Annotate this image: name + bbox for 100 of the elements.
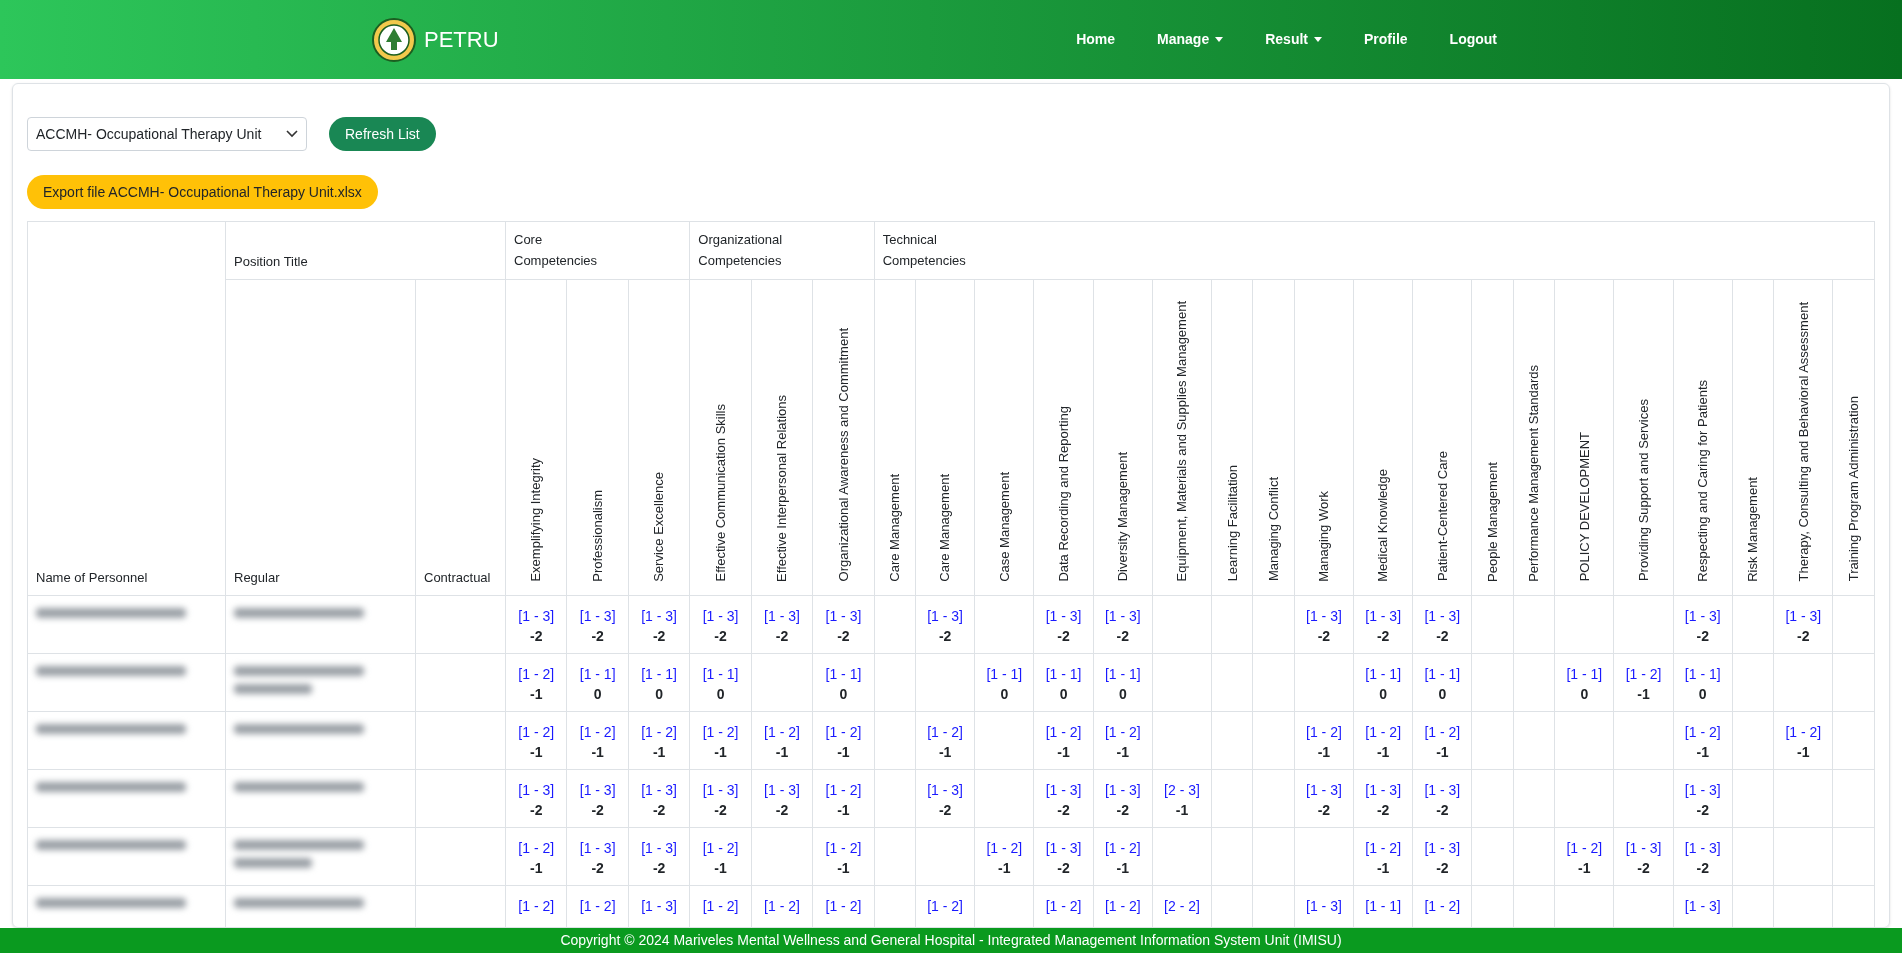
- competency-level-link[interactable]: [1 - 2]: [1104, 838, 1141, 858]
- competency-level-link[interactable]: [1 - 1]: [986, 664, 1023, 684]
- competency-level-link[interactable]: [1 - 3]: [1365, 606, 1402, 626]
- competency-level-link[interactable]: [1 - 3]: [764, 780, 800, 800]
- competency-level-link[interactable]: [1 - 3]: [927, 606, 963, 626]
- competency-level-link[interactable]: [1 - 1]: [1566, 664, 1603, 684]
- competency-level-link[interactable]: [1 - 3]: [579, 838, 616, 858]
- competency-level-link[interactable]: [1 - 3]: [518, 780, 555, 800]
- competency-level-link[interactable]: [1 - 3]: [1045, 780, 1082, 800]
- competency-level-link[interactable]: [1 - 3]: [579, 780, 616, 800]
- competency-level-link[interactable]: [1 - 2]: [518, 838, 555, 858]
- competency-level-link[interactable]: [1 - 3]: [641, 838, 677, 858]
- competency-level-link[interactable]: [1 - 2]: [1566, 838, 1603, 858]
- competency-level-link[interactable]: [1 - 3]: [1365, 780, 1402, 800]
- competency-level-link[interactable]: [1 - 3]: [518, 606, 555, 626]
- competency-level-link[interactable]: [1 - 3]: [1104, 606, 1141, 626]
- competency-level-link[interactable]: [1 - 3]: [702, 780, 739, 800]
- competency-level-link[interactable]: [1 - 2]: [825, 780, 862, 800]
- competency-level-link[interactable]: [1 - 1]: [825, 664, 862, 684]
- competency-level-link[interactable]: [1 - 1]: [579, 664, 616, 684]
- nav-link[interactable]: Home: [1066, 21, 1126, 58]
- score-value: -2: [1317, 801, 1331, 820]
- column-header: Organizational Awareness and Commitment: [834, 328, 852, 582]
- competency-level-link[interactable]: [1 - 2]: [579, 722, 616, 742]
- score-value: -2: [1057, 859, 1070, 878]
- competency-level-link[interactable]: [1 - 3]: [1104, 780, 1141, 800]
- competency-level-link[interactable]: [1 - 3]: [1424, 838, 1461, 858]
- unit-select[interactable]: ACCMH- Occupational Therapy Unit: [27, 117, 307, 151]
- column-header: Effective Communication Skills: [711, 404, 729, 582]
- competency-level-link[interactable]: [1 - 2]: [927, 722, 963, 742]
- competency-level-link[interactable]: [1 - 1]: [1104, 664, 1141, 684]
- competency-level-link[interactable]: [1 - 2]: [825, 838, 862, 858]
- competency-level-link[interactable]: [1 - 3]: [1684, 780, 1721, 800]
- competency-level-link[interactable]: [1 - 2]: [518, 722, 555, 742]
- score-value: -2: [1057, 801, 1070, 820]
- competency-level-link[interactable]: [1 - 1]: [1365, 664, 1402, 684]
- score-value: 0: [1580, 685, 1589, 704]
- score-value: -2: [938, 627, 952, 646]
- competency-level-link[interactable]: [1 - 3]: [1684, 838, 1721, 858]
- competency-level-link[interactable]: [1 - 3]: [579, 606, 616, 626]
- competency-level-link[interactable]: [2 - 3]: [1164, 780, 1200, 800]
- competency-level-link[interactable]: [1 - 2]: [1365, 722, 1402, 742]
- competency-level-link[interactable]: [1 - 3]: [1625, 838, 1662, 858]
- competency-level-link[interactable]: [1 - 1]: [641, 664, 677, 684]
- nav-link[interactable]: Profile: [1354, 21, 1418, 58]
- caret-icon: [1215, 37, 1224, 42]
- competency-level-link[interactable]: [1 - 2]: [702, 838, 739, 858]
- competency-level-link[interactable]: [1 - 2]: [1785, 722, 1822, 742]
- competency-level-link[interactable]: [1 - 2]: [1306, 722, 1342, 742]
- refresh-button[interactable]: Refresh List: [329, 117, 436, 151]
- nav-link[interactable]: Result: [1255, 21, 1332, 58]
- competency-level-link[interactable]: [1 - 2]: [1625, 664, 1662, 684]
- nav-link[interactable]: Manage: [1147, 21, 1234, 58]
- competency-level-link[interactable]: [1 - 1]: [1424, 664, 1461, 684]
- competency-level-link[interactable]: [1 - 2]: [702, 722, 739, 742]
- competency-level-link[interactable]: [1 - 2]: [1104, 722, 1141, 742]
- column-header: Case Management: [995, 471, 1013, 582]
- competency-level-link[interactable]: [1 - 2]: [764, 722, 800, 742]
- column-header: People Management: [1483, 461, 1501, 582]
- competency-level-link[interactable]: [1 - 3]: [1684, 606, 1721, 626]
- column-header: Risk Management: [1744, 476, 1762, 582]
- score-value: -1: [1797, 743, 1810, 762]
- competency-level-link[interactable]: [1 - 2]: [986, 838, 1023, 858]
- column-group-header: Technical Competencies: [882, 231, 967, 270]
- competency-level-link[interactable]: [1 - 1]: [1045, 664, 1082, 684]
- competency-level-link[interactable]: [1 - 3]: [927, 780, 963, 800]
- competency-level-link[interactable]: [1 - 3]: [1785, 606, 1822, 626]
- competency-level-link[interactable]: [1 - 3]: [641, 780, 677, 800]
- competency-level-link[interactable]: [1 - 3]: [1045, 606, 1082, 626]
- score-value: -1: [1578, 859, 1591, 878]
- competency-level-link[interactable]: [1 - 3]: [702, 606, 739, 626]
- column-header: Diversity Management: [1114, 452, 1132, 582]
- score-value: -2: [714, 627, 727, 646]
- competency-level-link[interactable]: [1 - 1]: [702, 664, 739, 684]
- competency-level-link[interactable]: [1 - 2]: [825, 722, 862, 742]
- column-header: Medical Knowledge: [1374, 468, 1392, 582]
- competency-level-link[interactable]: [1 - 3]: [1424, 606, 1461, 626]
- competency-level-link[interactable]: [1 - 3]: [1045, 838, 1082, 858]
- competency-level-link[interactable]: [1 - 2]: [1684, 722, 1721, 742]
- score-value: -2: [1696, 627, 1709, 646]
- score-value: -2: [1376, 801, 1390, 820]
- competency-level-link[interactable]: [1 - 2]: [641, 722, 677, 742]
- nav-link[interactable]: Logout: [1439, 21, 1507, 58]
- caret-icon: [1314, 37, 1322, 42]
- score-value: -2: [1436, 859, 1449, 878]
- competency-level-link[interactable]: [1 - 2]: [1045, 722, 1082, 742]
- score-value: 0: [839, 685, 848, 704]
- competency-level-link[interactable]: [1 - 3]: [641, 606, 677, 626]
- competency-level-link[interactable]: [1 - 1]: [1684, 664, 1721, 684]
- export-button[interactable]: Export file ACCMH- Occupational Therapy Unit.xlsx: [27, 175, 378, 209]
- competency-level-link[interactable]: [1 - 2]: [1365, 838, 1402, 858]
- competency-level-link[interactable]: [1 - 3]: [825, 606, 862, 626]
- competency-level-link[interactable]: [1 - 2]: [518, 664, 555, 684]
- competency-level-link[interactable]: [1 - 3]: [764, 606, 800, 626]
- competency-level-link[interactable]: [1 - 3]: [1306, 606, 1342, 626]
- score-value: -1: [1436, 743, 1449, 762]
- competency-level-link[interactable]: [1 - 3]: [1306, 780, 1342, 800]
- column-header: Data Recording and Reporting: [1054, 405, 1072, 582]
- competency-level-link[interactable]: [1 - 2]: [1424, 722, 1461, 742]
- competency-level-link[interactable]: [1 - 3]: [1424, 780, 1461, 800]
